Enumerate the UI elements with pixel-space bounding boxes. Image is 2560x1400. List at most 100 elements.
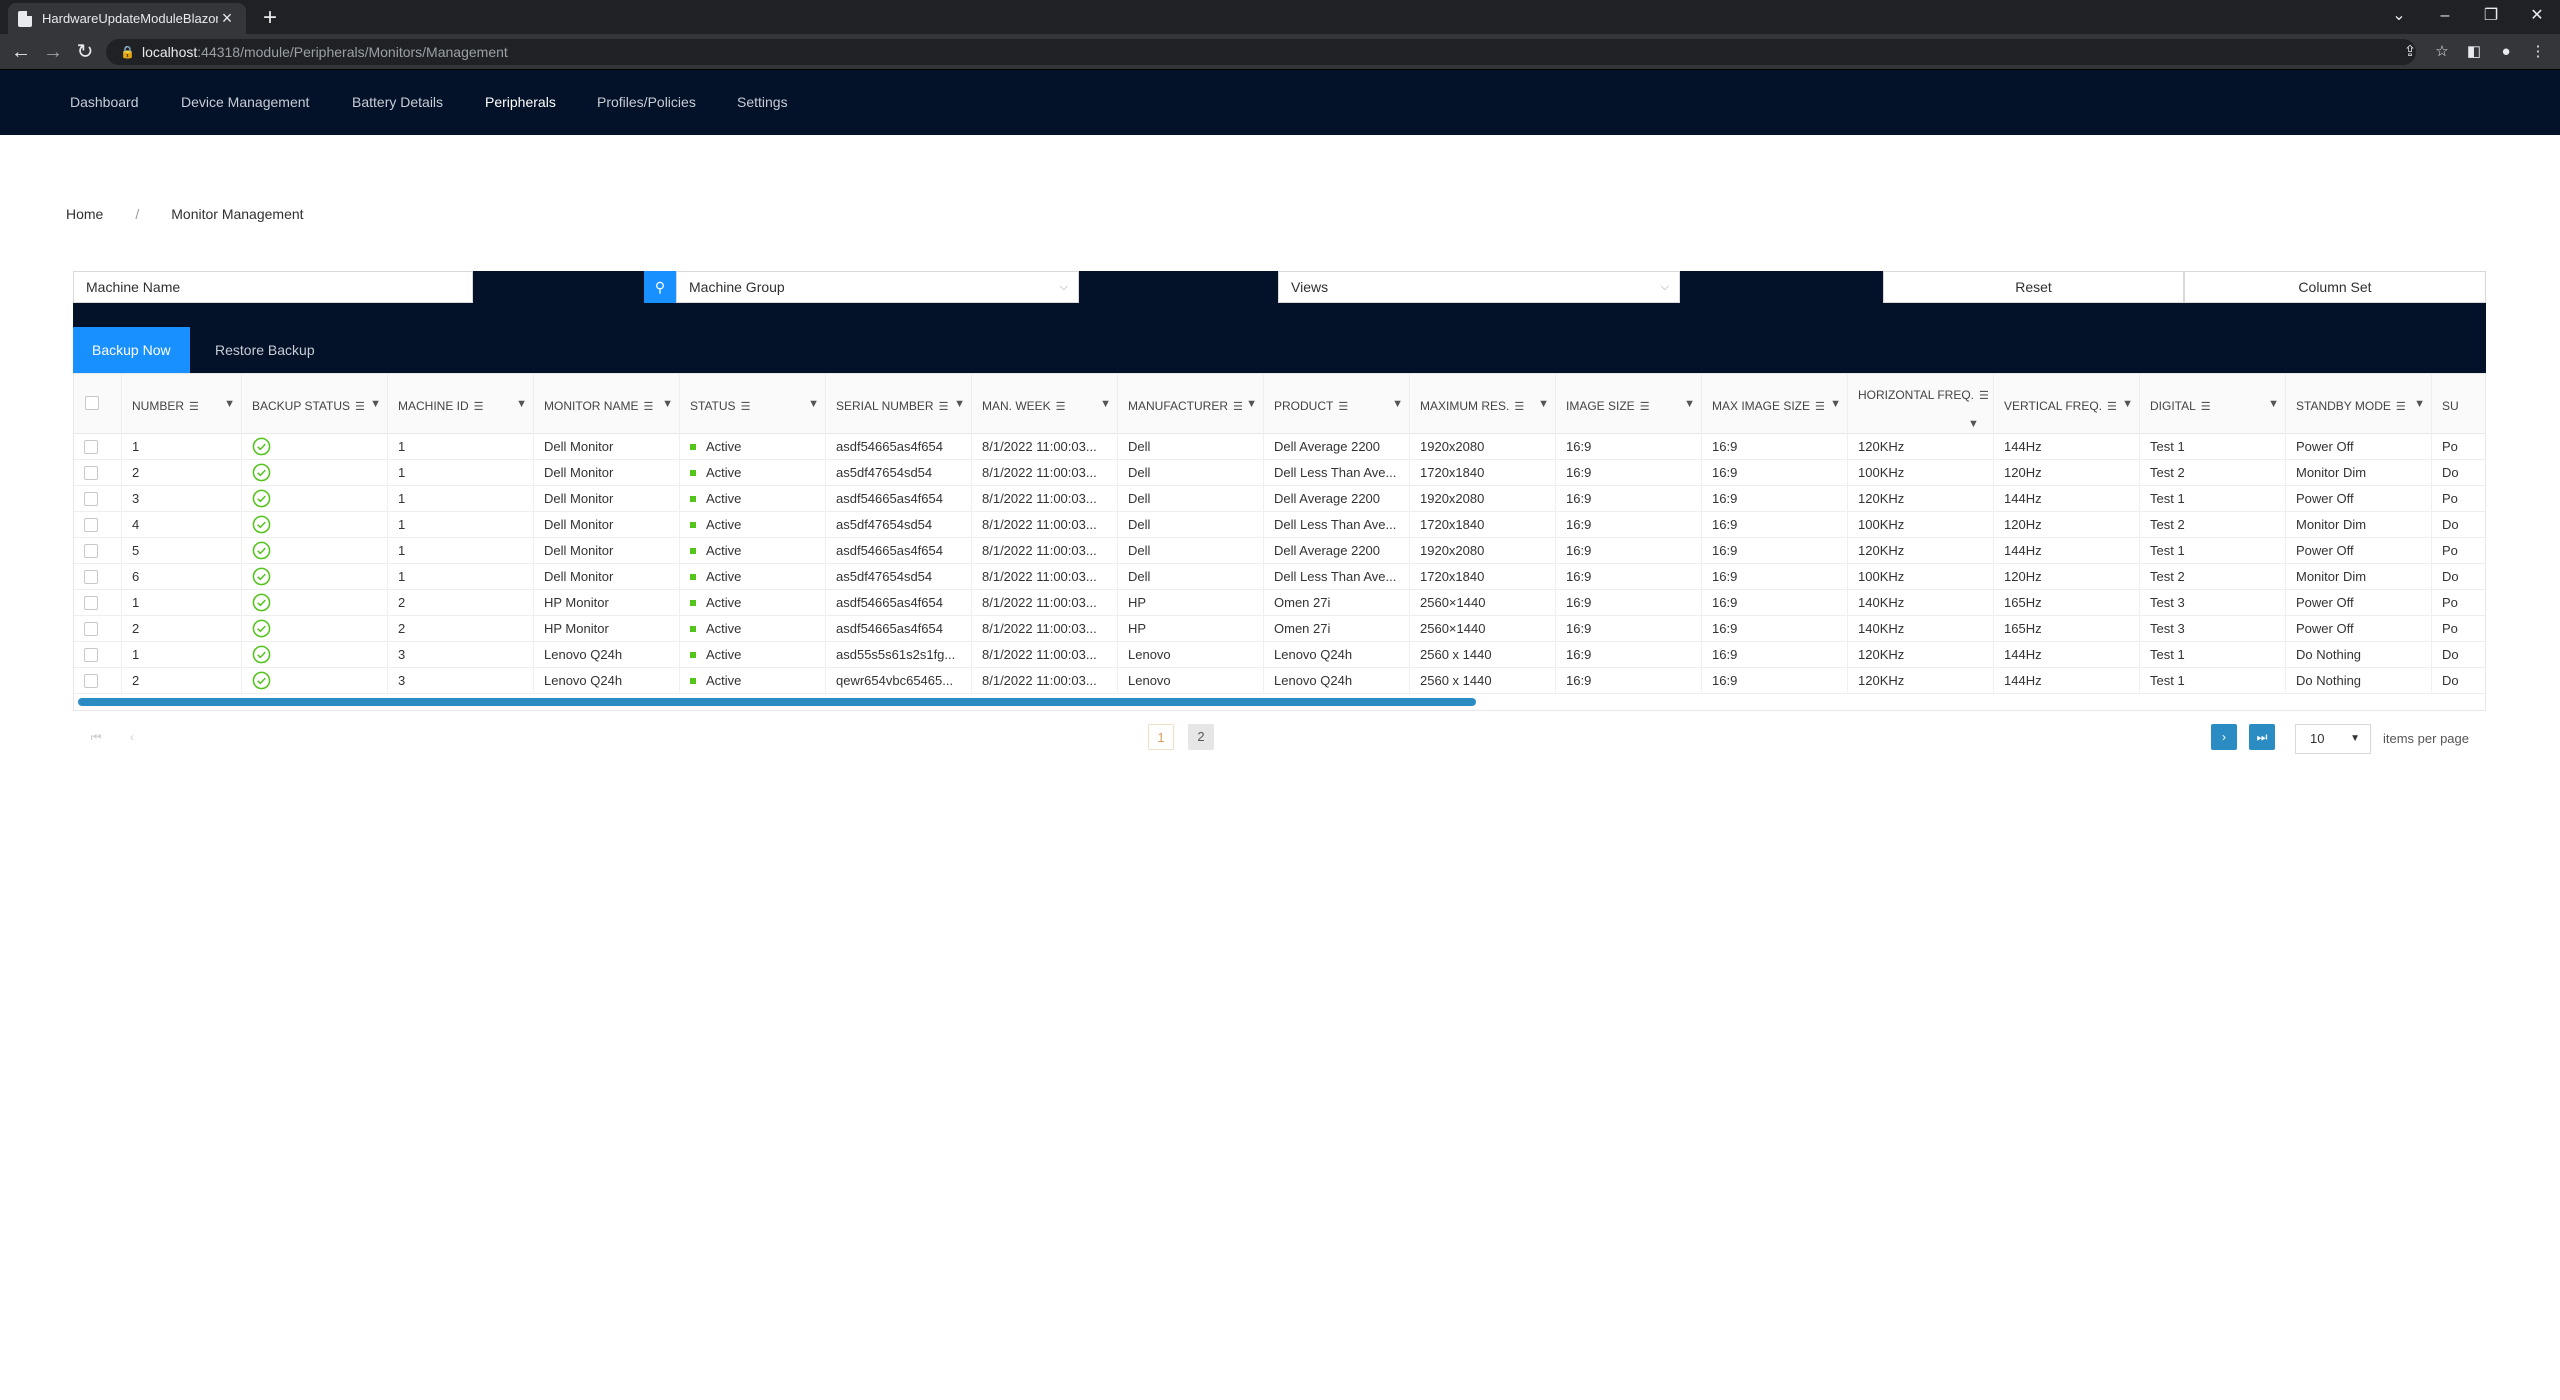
row-checkbox[interactable] xyxy=(84,673,98,688)
column-header-machine-id[interactable]: Machine ID ☰ ▼ xyxy=(388,374,534,434)
filter-icon[interactable]: ▼ xyxy=(954,398,965,410)
address-bar[interactable]: 🔒 localhost:44318/module/Peripherals/Moni… xyxy=(106,39,2416,65)
row-checkbox[interactable] xyxy=(84,439,98,454)
table-row[interactable]: 2 2 HP Monitor Active asdf54665as4f654 8/1/20… xyxy=(74,616,2485,642)
column-set-button[interactable]: Column Set xyxy=(2184,271,2486,303)
views-select[interactable]: Views ⌵ xyxy=(1278,271,1680,303)
nav-profiles-policies[interactable]: Profiles/Policies xyxy=(597,94,696,110)
row-checkbox[interactable] xyxy=(84,621,98,636)
filter-icon[interactable]: ▼ xyxy=(370,398,381,410)
page-number-2[interactable]: 2 xyxy=(1188,724,1214,750)
minimize-icon[interactable]: – xyxy=(2422,0,2468,34)
filter-icon[interactable]: ▼ xyxy=(1684,398,1695,410)
sort-icon[interactable]: ☰ xyxy=(2396,400,2406,413)
horizontal-scrollbar[interactable] xyxy=(78,698,1476,706)
nav-dashboard[interactable]: Dashboard xyxy=(70,94,139,110)
column-header-product[interactable]: Product ☰ ▼ xyxy=(1264,374,1410,434)
column-header-status[interactable]: Status ☰ ▼ xyxy=(680,374,826,434)
table-row[interactable]: 4 1 Dell Monitor Active as5df47654sd54 8/1/20… xyxy=(74,512,2485,538)
column-header-number[interactable]: Number ☰ ▼ xyxy=(122,374,242,434)
reload-icon[interactable]: ↻ xyxy=(72,39,98,65)
table-row[interactable]: 3 1 Dell Monitor Active asdf54665as4f654 8/1/… xyxy=(74,486,2485,512)
row-checkbox[interactable] xyxy=(84,543,98,558)
sort-icon[interactable]: ☰ xyxy=(1815,400,1825,413)
table-row[interactable]: 2 3 Lenovo Q24h Active qewr654vbc65465... 8/1… xyxy=(74,668,2485,694)
filter-icon[interactable]: ▼ xyxy=(662,398,673,410)
search-button[interactable]: ⚲ xyxy=(644,271,676,303)
column-header-image-size[interactable]: Image Size ☰ ▼ xyxy=(1556,374,1702,434)
row-checkbox[interactable] xyxy=(84,569,98,584)
column-header-su[interactable]: Su xyxy=(2432,374,2485,434)
menu-kebab-icon[interactable]: ⋮ xyxy=(2522,39,2554,65)
first-page-icon[interactable]: ⏮ xyxy=(83,724,109,750)
nav-peripherals[interactable]: Peripherals xyxy=(485,94,556,110)
sort-icon[interactable]: ☰ xyxy=(1640,400,1650,413)
sort-icon[interactable]: ☰ xyxy=(474,400,484,413)
sort-icon[interactable]: ☰ xyxy=(189,400,199,413)
select-all-checkbox[interactable] xyxy=(85,396,99,410)
table-row[interactable]: 1 2 HP Monitor Active asdf54665as4f654 8/1/20… xyxy=(74,590,2485,616)
browser-tab[interactable]: HardwareUpdateModuleBlazor × xyxy=(8,3,246,34)
restore-backup-button[interactable]: Restore Backup xyxy=(196,327,334,373)
tab-search-icon[interactable]: ⌄ xyxy=(2376,0,2422,34)
filter-icon[interactable]: ▼ xyxy=(1246,398,1257,410)
backup-now-button[interactable]: Backup Now xyxy=(73,327,190,373)
column-header-backup-status[interactable]: Backup Status ☰ ▼ xyxy=(242,374,388,434)
machine-group-select[interactable]: Machine Group ⌵ xyxy=(676,271,1079,303)
column-header-max-image-size[interactable]: Max Image Size ☰ ▼ xyxy=(1702,374,1848,434)
row-checkbox[interactable] xyxy=(84,647,98,662)
column-header-maximum-res[interactable]: Maximum Res. ☰ ▼ xyxy=(1410,374,1556,434)
nav-device-management[interactable]: Device Management xyxy=(181,94,309,110)
table-row[interactable]: 1 1 Dell Monitor Active asdf54665as4f654 8/1/… xyxy=(74,434,2485,460)
filter-icon[interactable]: ▼ xyxy=(2122,398,2133,410)
table-row[interactable]: 2 1 Dell Monitor Active as5df47654sd54 8/1/20… xyxy=(74,460,2485,486)
sort-icon[interactable]: ☰ xyxy=(939,400,949,413)
column-header-horizontal-freq[interactable]: Horizontal Freq. ☰ ▼ xyxy=(1848,374,1994,434)
column-header-standby-mode[interactable]: Standby Mode ☰ ▼ xyxy=(2286,374,2432,434)
column-header-manufacturer[interactable]: Manufacturer ☰ ▼ xyxy=(1118,374,1264,434)
back-icon[interactable]: ← xyxy=(8,39,34,65)
column-header-man-week[interactable]: Man. Week ☰ ▼ xyxy=(972,374,1118,434)
page-number-1[interactable]: 1 xyxy=(1148,724,1174,750)
row-checkbox[interactable] xyxy=(84,595,98,610)
share-icon[interactable]: ⇪ xyxy=(2394,39,2426,65)
page-size-select[interactable]: 10 ▼ xyxy=(2295,724,2371,754)
table-row[interactable]: 1 3 Lenovo Q24h Active asd55s5s61s2s1fg... 8/… xyxy=(74,642,2485,668)
forward-icon[interactable]: → xyxy=(40,39,66,65)
machine-name-input[interactable]: Machine Name xyxy=(73,271,473,303)
restore-icon[interactable]: ❐ xyxy=(2468,0,2514,34)
table-row[interactable]: 6 1 Dell Monitor Active as5df47654sd54 8/1/20… xyxy=(74,564,2485,590)
filter-icon[interactable]: ▼ xyxy=(1538,398,1549,410)
nav-battery-details[interactable]: Battery Details xyxy=(352,94,443,110)
sort-icon[interactable]: ☰ xyxy=(1338,400,1348,413)
sort-icon[interactable]: ☰ xyxy=(2107,400,2117,413)
sort-icon[interactable]: ☰ xyxy=(1056,400,1066,413)
sort-icon[interactable]: ☰ xyxy=(1979,389,1989,402)
prev-page-icon[interactable]: ‹ xyxy=(119,724,145,750)
close-window-icon[interactable]: ✕ xyxy=(2514,0,2560,34)
next-page-icon[interactable]: › xyxy=(2211,724,2237,750)
filter-icon[interactable]: ▼ xyxy=(224,398,235,410)
filter-icon[interactable]: ▼ xyxy=(2268,398,2279,410)
sort-icon[interactable]: ☰ xyxy=(355,400,365,413)
column-header-digital[interactable]: Digital ☰ ▼ xyxy=(2140,374,2286,434)
filter-icon[interactable]: ▼ xyxy=(516,398,527,410)
filter-icon[interactable]: ▼ xyxy=(1830,398,1841,410)
profile-icon[interactable]: ● xyxy=(2490,39,2522,65)
sort-icon[interactable]: ☰ xyxy=(2201,400,2211,413)
reset-button[interactable]: Reset xyxy=(1883,271,2184,303)
sort-icon[interactable]: ☰ xyxy=(643,400,653,413)
row-checkbox[interactable] xyxy=(84,517,98,532)
filter-icon[interactable]: ▼ xyxy=(1392,398,1403,410)
breadcrumb-home[interactable]: Home xyxy=(66,206,103,222)
column-header-vertical-freq[interactable]: Vertical Freq. ☰ ▼ xyxy=(1994,374,2140,434)
filter-icon[interactable]: ▼ xyxy=(1100,398,1111,410)
row-checkbox[interactable] xyxy=(84,491,98,506)
sort-icon[interactable]: ☰ xyxy=(1233,400,1243,413)
side-panel-icon[interactable]: ◧ xyxy=(2458,39,2490,65)
nav-settings[interactable]: Settings xyxy=(737,94,788,110)
row-checkbox[interactable] xyxy=(84,465,98,480)
column-header-monitor-name[interactable]: Monitor Name ☰ ▼ xyxy=(534,374,680,434)
last-page-icon[interactable]: ⏭ xyxy=(2249,724,2275,750)
sort-icon[interactable]: ☰ xyxy=(1514,400,1524,413)
